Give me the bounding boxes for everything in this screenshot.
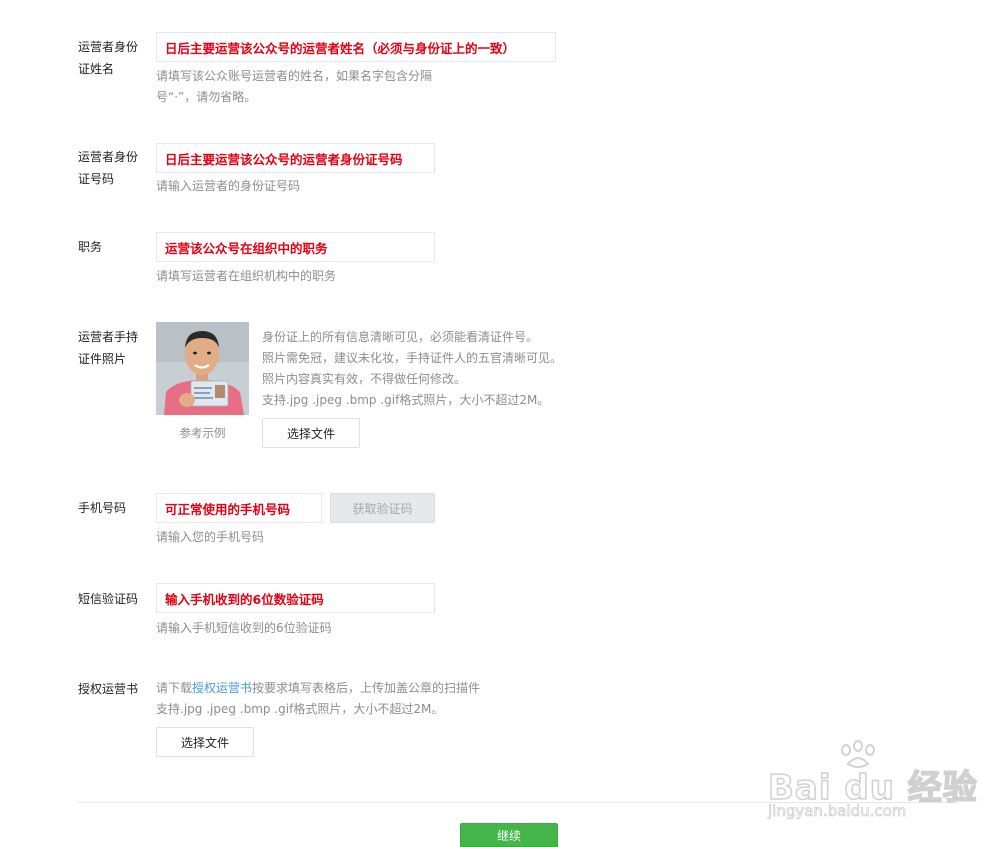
authorization-label: 授权运营书 — [78, 682, 139, 696]
id-name-input[interactable]: 日后主要运营该公众号的运营者姓名（必须与身份证上的一致） — [156, 32, 556, 62]
id-number-help: 请输入运营者的身份证号码 — [156, 179, 301, 193]
authorization-help: 请下载授权运营书按要求填写表格后，上传加盖公章的扫描件 支持.jpg .jpeg… — [156, 681, 481, 716]
photo-rule: 身份证上的所有信息清晰可见，必须能看清证件号。 — [262, 330, 539, 344]
download-authorization-link[interactable]: 授权运营书 — [192, 681, 252, 695]
paw-icon — [841, 740, 875, 768]
photo-rule: 照片内容真实有效，不得做任何修改。 — [262, 372, 467, 386]
id-number-annotation: 日后主要运营该公众号的运营者身份证号码 — [165, 151, 403, 167]
form-divider — [78, 802, 958, 803]
id-name-annotation: 日后主要运营该公众号的运营者姓名（必须与身份证上的一致） — [165, 40, 516, 56]
id-number-input[interactable]: 日后主要运营该公众号的运营者身份证号码 — [156, 143, 435, 173]
phone-help: 请输入您的手机号码 — [156, 530, 265, 544]
id-photo-label: 运营者手持证件照片 — [78, 330, 139, 366]
sms-code-label: 短信验证码 — [78, 592, 139, 606]
id-name-label: 运营者身份证姓名 — [78, 40, 139, 76]
sms-code-annotation: 输入手机收到的6位数验证码 — [165, 591, 324, 607]
watermark-url: jingyan.baidu.com — [768, 802, 907, 821]
position-input[interactable]: 运营该公众号在组织中的职务 — [156, 232, 435, 262]
example-caption: 参考示例 — [179, 426, 226, 440]
baidu-jingyan-watermark: Bai du 经验 jingyan.baidu.com — [762, 740, 977, 830]
get-verification-code-button[interactable]: 获取验证码 — [330, 493, 435, 523]
phone-annotation: 可正常使用的手机号码 — [165, 501, 291, 517]
id-photo-rules: 身份证上的所有信息清晰可见，必须能看清证件号。 照片需免冠，建议未化妆，手持证件… — [262, 327, 562, 411]
photo-rule: 支持.jpg .jpeg .bmp .gif格式照片，大小不超过2M。 — [262, 393, 550, 407]
phone-label: 手机号码 — [78, 501, 127, 515]
position-label: 职务 — [78, 240, 103, 254]
choose-photo-file-button[interactable]: 选择文件 — [262, 418, 360, 448]
position-help: 请填写运营者在组织机构中的职务 — [156, 269, 337, 283]
position-annotation: 运营该公众号在组织中的职务 — [165, 240, 328, 256]
sms-code-help: 请输入手机短信收到的6位验证码 — [156, 621, 332, 635]
person-holding-id-illustration — [156, 322, 249, 415]
photo-rule: 照片需免冠，建议未化妆，手持证件人的五官清晰可见。 — [262, 351, 563, 365]
example-photo — [156, 322, 249, 415]
sms-code-input[interactable]: 输入手机收到的6位数验证码 — [156, 583, 435, 613]
id-number-label: 运营者身份证号码 — [78, 150, 139, 186]
choose-authorization-file-button[interactable]: 选择文件 — [156, 727, 254, 757]
continue-button[interactable]: 继续 — [460, 823, 558, 847]
phone-input[interactable]: 可正常使用的手机号码 — [156, 493, 322, 523]
id-name-help: 请填写该公众账号运营者的姓名，如果名字包含分隔 号“·”，请勿省略。 — [156, 69, 433, 104]
